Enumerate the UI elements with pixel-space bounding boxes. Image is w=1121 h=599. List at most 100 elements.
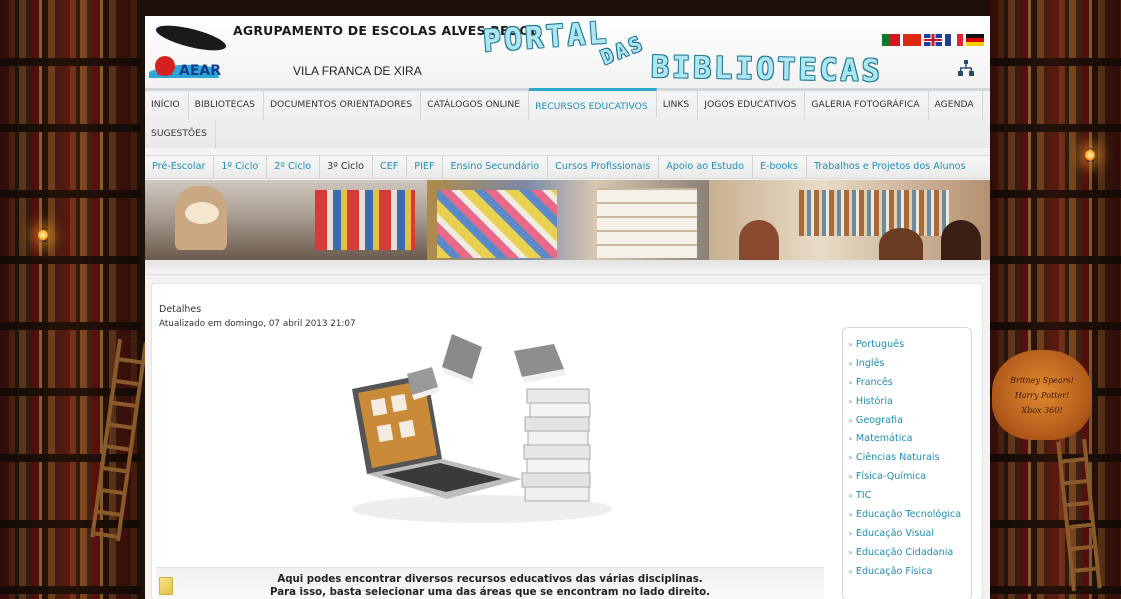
updated-date: Atualizado em domingo, 07 abril 2013 21:…: [159, 319, 356, 329]
main-navigation: INÍCIO BIBLIOTECAS DOCUMENTOS ORIENTADORES…: [145, 88, 990, 149]
logo-text: AEAR: [179, 63, 221, 79]
banner-photo-1: [145, 180, 427, 260]
sidebar-item-label: Francês: [855, 376, 893, 388]
banner-photo-3: [709, 180, 990, 260]
sidebar-item-label: Educação Visual: [855, 527, 935, 539]
details-label: Detalhes: [159, 304, 202, 315]
description-line-1: Aqui podes encontrar diversos recursos e…: [277, 574, 703, 585]
sidebar-item-label: Física-Química: [855, 471, 927, 483]
flag-uk-icon[interactable]: [924, 34, 942, 46]
bullet-icon: »: [848, 510, 853, 520]
sidebar-item-label: Português: [855, 339, 905, 350]
language-flags: [882, 34, 984, 46]
sub-nav-item-pief[interactable]: PIEF: [407, 156, 444, 178]
main-nav-item-galeria-fotografica[interactable]: GALERIA FOTOGRÁFICA: [805, 91, 929, 120]
sidebar-item-label: Geografia: [855, 414, 903, 426]
sub-navigation: Pré-Escolar 1º Ciclo 2º Ciclo 3º Ciclo CEF PI…: [145, 155, 990, 179]
sign-line-3: Xbox 360!: [1021, 405, 1063, 415]
sidebar-item-portugues[interactable]: » Português: [843, 336, 971, 355]
laptop-books-illustration: [332, 329, 632, 534]
description-box: Aqui podes encontrar diversos recursos e…: [156, 567, 824, 599]
description-text: Aqui podes encontrar diversos recursos e…: [156, 573, 824, 599]
main-nav-item-agenda[interactable]: AGENDA: [929, 91, 983, 120]
sidebar-item-label: Matemática: [855, 433, 913, 445]
candle-glow-right: [1085, 148, 1095, 162]
sub-nav-item-1-ciclo[interactable]: 1º Ciclo: [214, 156, 268, 178]
site-header: A AEAR AGRUPAMENTO DE ESCOLAS ALVES REDO…: [145, 15, 990, 90]
sidebar-item-educacao-tecnologica[interactable]: » Educação Tecnológica: [843, 506, 971, 525]
sign-line-2: Harry Potter!: [1014, 390, 1070, 400]
sidebar-item-tic[interactable]: » TIC: [843, 487, 971, 506]
sub-nav-item-e-books[interactable]: E-books: [753, 156, 807, 178]
bullet-icon: »: [848, 396, 853, 406]
banner-photos: [145, 180, 990, 260]
sidebar-item-educacao-cidadania[interactable]: » Educação Cidadania: [843, 544, 971, 563]
sidebar-item-ciencias-naturais[interactable]: » Ciências Naturais: [843, 449, 971, 468]
sidebar-item-label: Educação Tecnológica: [855, 509, 962, 521]
description-line-2: Para isso, basta selecionar uma das área…: [270, 587, 710, 598]
sub-nav-item-apoio-ao-estudo[interactable]: Apoio ao Estudo: [659, 156, 754, 178]
sidebar-item-educacao-visual[interactable]: » Educação Visual: [843, 525, 971, 544]
sub-nav-item-pre-escolar[interactable]: Pré-Escolar: [145, 156, 215, 178]
subjects-sidebar: » Português» Inglês» Francês» História» Geogr…: [842, 327, 972, 599]
flying-book-3: [514, 344, 566, 383]
student-3: [941, 220, 981, 260]
bullet-icon: »: [848, 528, 853, 538]
main-nav-item-documentos-orientadores[interactable]: DOCUMENTOS ORIENTADORES: [264, 91, 422, 120]
page-container: A AEAR AGRUPAMENTO DE ESCOLAS ALVES REDO…: [145, 16, 990, 599]
bullet-icon: »: [848, 377, 853, 387]
sitemap-icon[interactable]: [958, 60, 974, 76]
sub-nav-item-3-ciclo[interactable]: 3º Ciclo: [320, 156, 373, 178]
sub-nav-item-cef[interactable]: CEF: [373, 156, 408, 178]
main-nav-item-recursos-educativos[interactable]: RECURSOS EDUCATIVOS: [529, 88, 657, 117]
sidebar-item-ingles[interactable]: » Inglês: [843, 355, 971, 374]
sidebar-item-historia[interactable]: » História: [843, 393, 971, 412]
bullet-icon: »: [848, 415, 853, 425]
sidebar-item-fisica-quimica[interactable]: » Física-Química: [843, 468, 971, 487]
sidebar-item-geografia[interactable]: » Geografia: [843, 412, 971, 431]
sidebar-item-frances[interactable]: » Francês: [843, 374, 971, 393]
content-area: Detalhes Atualizado em domingo, 07 abril…: [151, 283, 983, 599]
sign-line-1: Britney Spears!: [1010, 375, 1074, 385]
futuro-mural: [437, 190, 557, 258]
flag-portugal-icon[interactable]: [882, 34, 900, 46]
flag-china-icon[interactable]: [903, 34, 921, 46]
sidebar-item-educacao-fisica[interactable]: » Educação Física: [843, 563, 971, 582]
banner-divider: [145, 260, 990, 274]
main-nav-item-inicio[interactable]: INÍCIO: [145, 91, 189, 120]
sidebar-item-label: Educação Cidadania: [855, 546, 954, 558]
sub-nav-item-2-ciclo[interactable]: 2º Ciclo: [267, 156, 321, 178]
bullet-icon: »: [848, 547, 853, 557]
student-2: [879, 228, 923, 260]
main-nav-item-links[interactable]: LINKS: [657, 91, 699, 120]
bullet-icon: »: [848, 340, 853, 349]
candle-glow-left: [38, 228, 48, 242]
main-nav-item-catalogos-online[interactable]: CATÁLOGOS ONLINE: [421, 91, 530, 120]
bookshelf-shade-right: [989, 0, 1121, 599]
bullet-icon: »: [848, 566, 853, 576]
main-nav-item-sugestoes[interactable]: SUGESTÕES: [145, 120, 216, 149]
portal-title-word-1: PORTAL: [481, 15, 611, 60]
sub-nav-item-cursos-profissionais[interactable]: Cursos Profissionais: [548, 156, 660, 178]
main-nav-item-bibliotecas[interactable]: BIBLIOTECAS: [189, 91, 264, 120]
portal-title-word-3: BIBLIOTECAS: [650, 49, 883, 90]
sidebar-item-label: Inglês: [855, 357, 885, 369]
content-panel: Detalhes Atualizado em domingo, 07 abril…: [145, 274, 990, 599]
book-stack: [521, 388, 591, 502]
sidebar-item-matematica[interactable]: » Matemática: [843, 430, 971, 449]
flag-france-icon[interactable]: [945, 34, 963, 46]
banner-photo-2: [427, 180, 709, 260]
bullet-icon: »: [848, 491, 853, 501]
bullet-icon: »: [848, 472, 853, 482]
sub-nav-item-trabalhos-e-projetos-dos-alunos[interactable]: Trabalhos e Projetos dos Alunos: [807, 156, 974, 178]
noticeboard: [597, 188, 697, 258]
bullet-icon: »: [848, 434, 853, 444]
pumpkin-sign: Britney Spears! Harry Potter! Xbox 360!: [992, 350, 1092, 440]
main-nav-item-jogos-educativos[interactable]: JOGOS EDUCATIVOS: [698, 91, 806, 120]
flying-book-1: [442, 334, 482, 385]
flag-germany-icon[interactable]: [966, 34, 984, 46]
school-logo[interactable]: A AEAR: [147, 22, 231, 82]
sidebar-item-label: Ciências Naturais: [855, 452, 940, 464]
sub-nav-item-ensino-secundario[interactable]: Ensino Secundário: [443, 156, 549, 178]
sidebar-item-label: Educação Física: [855, 565, 933, 577]
